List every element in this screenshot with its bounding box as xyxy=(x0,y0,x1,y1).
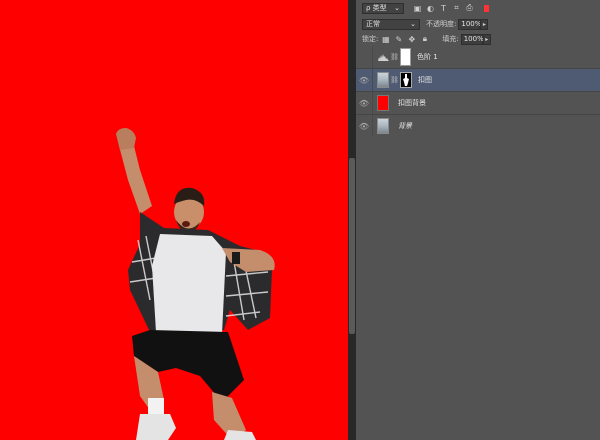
lock-pixels-icon[interactable]: ✎ xyxy=(393,34,404,45)
shape-filter-icon[interactable]: ⌗ xyxy=(451,3,462,14)
canvas-scrollbar[interactable] xyxy=(348,0,356,440)
photoshop-window: ρ 类型 ⌄ ▣ ◐ T ⌗ ⎙ 正常 ⌄ 不透明度: 100% ▸ 锁定: ▦ xyxy=(0,0,600,440)
layer-name[interactable]: 背景 xyxy=(398,121,412,131)
eye-icon[interactable]: 👁︎ xyxy=(356,92,373,114)
scrollbar-thumb[interactable] xyxy=(349,158,355,334)
smart-object-filter-icon[interactable]: ⎙ xyxy=(464,3,475,14)
layer-row-cutout-background[interactable]: 👁︎ 扣图背景 xyxy=(356,92,600,115)
eye-icon[interactable]: 👁︎ xyxy=(356,69,373,91)
subject-photo xyxy=(116,128,275,440)
lock-all-icon[interactable]: 🔒︎ xyxy=(419,34,430,45)
layer-thumbnail[interactable] xyxy=(377,118,389,134)
filter-toggle-icon[interactable] xyxy=(481,3,492,14)
layer-row-cutout[interactable]: 👁︎ ⛓ 扣图 xyxy=(356,69,600,92)
lock-transparency-icon[interactable]: ▦ xyxy=(380,34,391,45)
opacity-slider-button[interactable]: ▸ xyxy=(480,18,489,30)
layer-list: ⛓ 色阶 1 👁︎ ⛓ 扣图 👁︎ 扣图背景 👁︎ 背景 xyxy=(356,46,600,138)
type-filter-icon[interactable]: T xyxy=(438,3,449,14)
eye-icon[interactable]: 👁︎ xyxy=(356,115,373,137)
layer-name[interactable]: 扣图 xyxy=(418,75,432,85)
filter-type-label: ρ 类型 xyxy=(366,4,387,12)
layer-row-background[interactable]: 👁︎ 背景 xyxy=(356,115,600,138)
visibility-toggle[interactable] xyxy=(356,46,373,68)
layers-panel: ρ 类型 ⌄ ▣ ◐ T ⌗ ⎙ 正常 ⌄ 不透明度: 100% ▸ 锁定: ▦ xyxy=(356,0,600,440)
filter-row: ρ 类型 ⌄ ▣ ◐ T ⌗ ⎙ xyxy=(356,0,600,16)
filter-type-select[interactable]: ρ 类型 ⌄ xyxy=(362,2,404,14)
blend-mode-select[interactable]: 正常 ⌄ xyxy=(362,18,420,30)
blend-opacity-row: 正常 ⌄ 不透明度: 100% ▸ xyxy=(356,16,600,32)
chevron-down-icon: ⌄ xyxy=(394,4,400,12)
opacity-input[interactable]: 100% xyxy=(458,18,481,30)
fill-input[interactable]: 100% xyxy=(460,33,484,45)
layer-name[interactable]: 扣图背景 xyxy=(398,98,426,108)
opacity-label: 不透明度: xyxy=(426,20,457,28)
layer-name[interactable]: 色阶 1 xyxy=(417,52,438,62)
chain-link-icon[interactable]: ⛓ xyxy=(390,53,399,61)
fill-slider-button[interactable]: ▸ xyxy=(482,33,491,45)
layer-thumbnail[interactable] xyxy=(377,72,389,88)
lock-label: 锁定: xyxy=(362,35,379,43)
document-canvas[interactable] xyxy=(0,0,348,440)
pixel-filter-icon[interactable]: ▣ xyxy=(412,3,423,14)
chevron-down-icon: ⌄ xyxy=(410,20,416,28)
layer-thumbnail[interactable] xyxy=(377,95,389,111)
levels-adjustment-icon xyxy=(377,51,389,63)
lock-position-icon[interactable]: ✥ xyxy=(406,34,417,45)
layer-mask-thumbnail[interactable] xyxy=(400,72,412,88)
fill-label: 填充: xyxy=(442,35,459,43)
layer-row-levels[interactable]: ⛓ 色阶 1 xyxy=(356,46,600,69)
blend-mode-value: 正常 xyxy=(366,20,380,28)
adjustment-filter-icon[interactable]: ◐ xyxy=(425,3,436,14)
layer-list-empty-area xyxy=(356,136,600,440)
chain-link-icon[interactable]: ⛓ xyxy=(390,76,399,84)
layer-mask-thumbnail[interactable] xyxy=(400,48,411,66)
